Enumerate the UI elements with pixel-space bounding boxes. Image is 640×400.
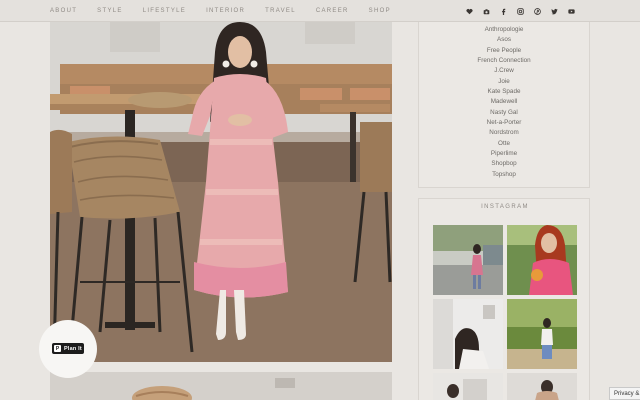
nav-link-lifestyle[interactable]: LIFESTYLE [143, 8, 186, 14]
nav-link-travel[interactable]: TRAVEL [265, 8, 296, 14]
plan-it-button[interactable]: P Plan It [52, 343, 84, 354]
brand-link[interactable]: J.Crew [419, 66, 589, 76]
nav-link-shop[interactable]: SHOP [369, 8, 391, 14]
twitter-icon[interactable] [551, 8, 558, 15]
instagram-icon[interactable] [517, 7, 524, 15]
social-links [466, 0, 585, 22]
youtube-icon[interactable] [568, 8, 575, 15]
brand-link[interactable]: Free People [419, 46, 589, 56]
heart-icon[interactable] [466, 8, 473, 15]
instagram-thumbnail[interactable] [507, 225, 577, 295]
brand-list: Anthropologie Asos Free People French Co… [419, 22, 589, 180]
instagram-thumbnail[interactable] [433, 299, 503, 369]
brand-link[interactable]: French Connection [419, 56, 589, 66]
instagram-thumbnail[interactable] [507, 299, 577, 369]
pinterest-icon[interactable] [534, 7, 541, 15]
nav-menu: ABOUT STYLE LIFESTYLE INTERIOR TRAVEL CA… [50, 0, 411, 22]
instagram-thumbnail[interactable] [433, 225, 503, 295]
brand-link[interactable]: Joie [419, 77, 589, 87]
instagram-thumbnail[interactable] [433, 373, 503, 400]
nav-link-style[interactable]: STYLE [97, 8, 123, 14]
brand-link[interactable]: Net-a-Porter [419, 118, 589, 128]
nav-link-interior[interactable]: INTERIOR [206, 8, 245, 14]
brand-link[interactable]: Madewell [419, 97, 589, 107]
facebook-icon[interactable] [500, 8, 507, 15]
camera-icon[interactable] [483, 8, 490, 15]
brand-link[interactable]: Nasty Gal [419, 108, 589, 118]
brand-link[interactable]: Asos [419, 35, 589, 45]
instagram-title: INSTAGRAM [481, 204, 529, 210]
top-navigation: ABOUT STYLE LIFESTYLE INTERIOR TRAVEL CA… [0, 0, 640, 22]
nav-link-career[interactable]: CAREER [316, 8, 349, 14]
brand-link[interactable]: Topshop [419, 170, 589, 180]
brand-link[interactable]: Anthropologie [419, 25, 589, 35]
shop-brands-widget: Anthropologie Asos Free People French Co… [418, 22, 590, 188]
instagram-widget: INSTAGRAM [418, 198, 590, 400]
plan-it-logo-icon: P [54, 345, 61, 352]
privacy-badge[interactable]: Privacy & [609, 387, 640, 400]
brand-link[interactable]: Piperlime [419, 149, 589, 159]
plan-it-label: Plan It [64, 345, 82, 352]
secondary-photo[interactable] [50, 372, 392, 400]
instagram-thumbnail[interactable] [507, 373, 577, 400]
brand-link[interactable]: Kate Spade [419, 87, 589, 97]
brand-link[interactable]: Nordstrom [419, 128, 589, 138]
brand-link[interactable]: Shopbop [419, 159, 589, 169]
main-photo[interactable] [50, 22, 392, 362]
brand-link[interactable]: Otte [419, 139, 589, 149]
nav-link-about[interactable]: ABOUT [50, 8, 77, 14]
